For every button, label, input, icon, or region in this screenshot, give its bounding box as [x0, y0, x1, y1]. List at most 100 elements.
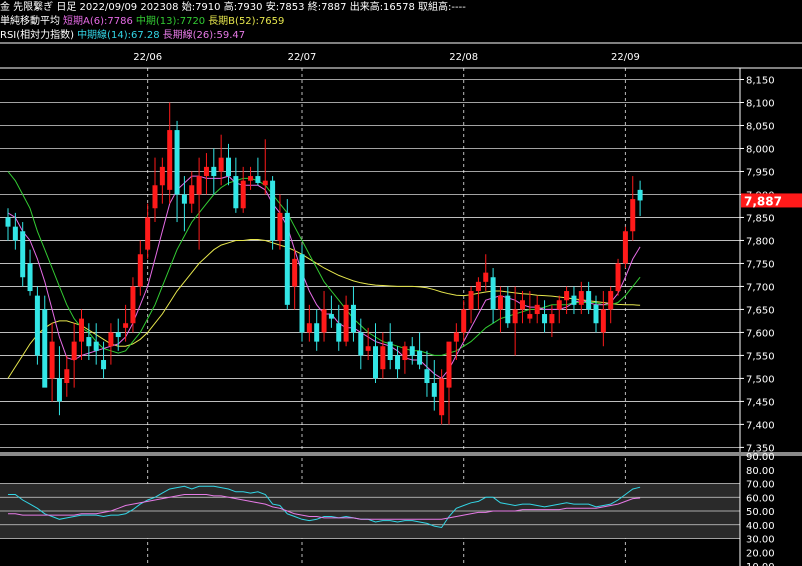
candle [42, 295, 48, 388]
x-tick-label: 22/09 [611, 52, 640, 63]
rsi-tick-label: 70.00 [746, 480, 775, 491]
y-tick-label: 7,500 [746, 374, 775, 385]
candle-body [115, 332, 121, 338]
candle-body [203, 166, 209, 177]
candle [402, 341, 408, 374]
candle-body [299, 254, 305, 333]
candle-body [446, 341, 452, 388]
candle-body [600, 309, 606, 333]
candle [387, 323, 393, 370]
candle-body [328, 314, 334, 319]
candle [137, 240, 143, 296]
candle-body [578, 291, 584, 305]
candle-body [468, 291, 474, 310]
candle [93, 323, 99, 365]
candle-body [64, 369, 70, 384]
candle-body [358, 332, 364, 356]
candle-body [431, 383, 437, 397]
candle [564, 286, 570, 315]
candle-body [167, 130, 173, 190]
candle-body [564, 291, 570, 301]
candle [49, 323, 55, 402]
y-tick-label: 7,400 [746, 420, 775, 431]
price-chart[interactable]: 22/06 22/07 22/08 22/09 7,3507,4007,4507,50… [0, 0, 802, 566]
candle [417, 332, 423, 370]
candle-body [196, 176, 202, 195]
candle [556, 295, 562, 324]
candle-body [211, 166, 217, 177]
candle [277, 194, 283, 250]
candle [468, 286, 474, 324]
candle [520, 291, 525, 324]
candle [615, 258, 621, 296]
x-tick-label: 22/06 [133, 52, 162, 63]
y-tick-label: 7,700 [746, 282, 775, 293]
candle-body [630, 199, 636, 232]
candle-body [321, 309, 327, 333]
candle-body [34, 295, 40, 356]
candle [27, 249, 33, 296]
candle [152, 157, 158, 223]
candle-body [637, 189, 643, 201]
candle-body [439, 378, 445, 416]
candle [248, 166, 254, 190]
candle-body [152, 185, 158, 209]
candle [56, 346, 62, 416]
candle-body [387, 341, 393, 361]
candle [203, 153, 209, 195]
candle-body [20, 231, 26, 278]
candle [306, 304, 312, 342]
y-tick-label: 7,850 [746, 213, 775, 224]
y-tick-label: 7,550 [746, 351, 775, 362]
candle-body [292, 258, 298, 287]
candle [211, 148, 217, 195]
candle-body [497, 295, 503, 310]
rsi-tick-label: 80.00 [746, 466, 775, 477]
candle-body [226, 157, 231, 177]
candle [270, 176, 276, 250]
y-tick-label: 7,650 [746, 305, 775, 316]
candle [453, 323, 459, 361]
candle [431, 360, 437, 411]
candle-body [483, 272, 489, 282]
candle [159, 157, 165, 204]
candle [226, 143, 231, 186]
candle-body [380, 346, 386, 370]
candle [314, 309, 320, 351]
candle [395, 346, 401, 379]
candle-body [159, 166, 165, 186]
y-tick-label: 7,600 [746, 328, 775, 339]
candle-body [549, 314, 555, 324]
rsi-tick-label: 10.00 [746, 562, 775, 566]
candle-body [93, 341, 99, 351]
candle [292, 249, 298, 310]
candle-body [137, 254, 143, 287]
candle-body [49, 341, 55, 379]
candle [336, 304, 342, 351]
candle-body [586, 291, 592, 310]
candle-body [284, 212, 290, 305]
rsi-tick-label: 50.00 [746, 507, 775, 518]
candle [622, 226, 628, 269]
rsi-tick-label: 20.00 [746, 548, 775, 559]
y-tick-label: 8,150 [746, 75, 775, 86]
candle-body [130, 286, 136, 324]
x-tick-label: 22/08 [449, 52, 478, 63]
y-tick-label: 8,100 [746, 98, 775, 109]
candle-body [101, 360, 107, 370]
candle-body [512, 309, 518, 324]
candle-body [343, 304, 349, 342]
candle [600, 291, 606, 347]
candle-body [262, 180, 268, 186]
candle-body [608, 291, 614, 310]
candle [12, 212, 18, 250]
rsi-tick-label: 30.00 [746, 535, 775, 546]
candle [262, 139, 268, 195]
candle-body [336, 323, 342, 342]
candle [542, 300, 548, 333]
x-tick-label: 22/07 [288, 52, 317, 63]
candle-body [255, 176, 261, 183]
candle [174, 120, 180, 223]
candle [608, 286, 614, 324]
candle-body [527, 314, 533, 319]
